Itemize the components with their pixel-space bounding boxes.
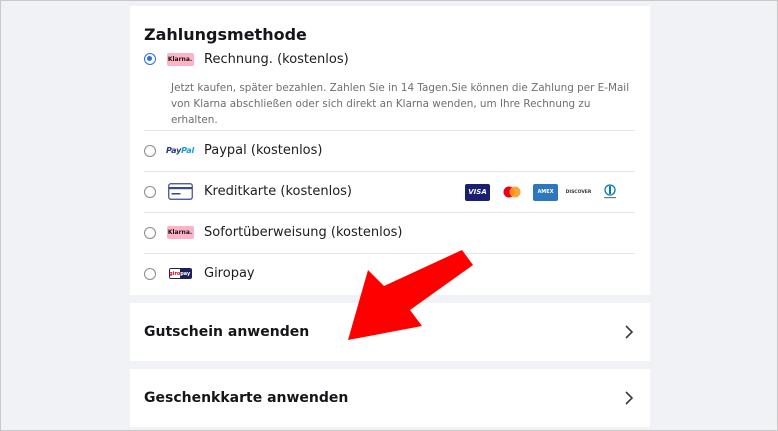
apply-giftcard-row[interactable]: Geschenkkarte anwenden (130, 369, 650, 427)
payment-option-label: Giropay (204, 266, 255, 281)
payment-option-invoice[interactable]: Klarna. Rechnung. (kostenlos) (144, 39, 635, 79)
klarna-logo: Klarna. (166, 225, 194, 241)
payment-option-label: Rechnung. (kostenlos) (204, 51, 349, 67)
card-brand-logos: VISA AMEX DISCOVER (465, 172, 621, 212)
radio-unselected[interactable] (144, 185, 156, 198)
radio-unselected[interactable] (144, 267, 156, 280)
apply-voucher-label: Gutschein anwenden (144, 324, 310, 340)
discover-logo: DISCOVER (565, 189, 592, 195)
diners-club-logo (599, 184, 621, 201)
payment-option-paypal[interactable]: PayPal Paypal (kostenlos) (144, 130, 635, 170)
payment-option-label: Paypal (kostenlos) (204, 143, 323, 158)
amex-logo: AMEX (533, 183, 558, 201)
chevron-right-icon (625, 391, 634, 405)
paypal-logo: PayPal (165, 146, 195, 155)
radio-unselected[interactable] (144, 226, 156, 239)
payment-option-sofort[interactable]: Klarna. Sofortüberweisung (kostenlos) (144, 212, 635, 252)
apply-giftcard-label: Geschenkkarte anwenden (144, 390, 349, 406)
klarna-description: Jetzt kaufen, später bezahlen. Zahlen Si… (171, 82, 630, 126)
klarna-logo: Klarna. (166, 51, 194, 67)
mastercard-logo (499, 184, 524, 201)
radio-selected[interactable] (144, 53, 156, 65)
chevron-right-icon (625, 325, 634, 339)
radio-unselected[interactable] (144, 144, 156, 157)
visa-logo: VISA (465, 183, 490, 201)
giropay-logo: giro pay (166, 266, 194, 282)
payment-option-label: Kreditkarte (kostenlos) (204, 184, 352, 199)
payment-option-creditcard[interactable]: Kreditkarte (kostenlos) VISA AMEX DISCOV… (144, 171, 635, 211)
annotation-arrow-icon (348, 250, 473, 340)
payment-option-label: Sofortüberweisung (kostenlos) (204, 225, 403, 240)
credit-card-icon (166, 183, 194, 200)
